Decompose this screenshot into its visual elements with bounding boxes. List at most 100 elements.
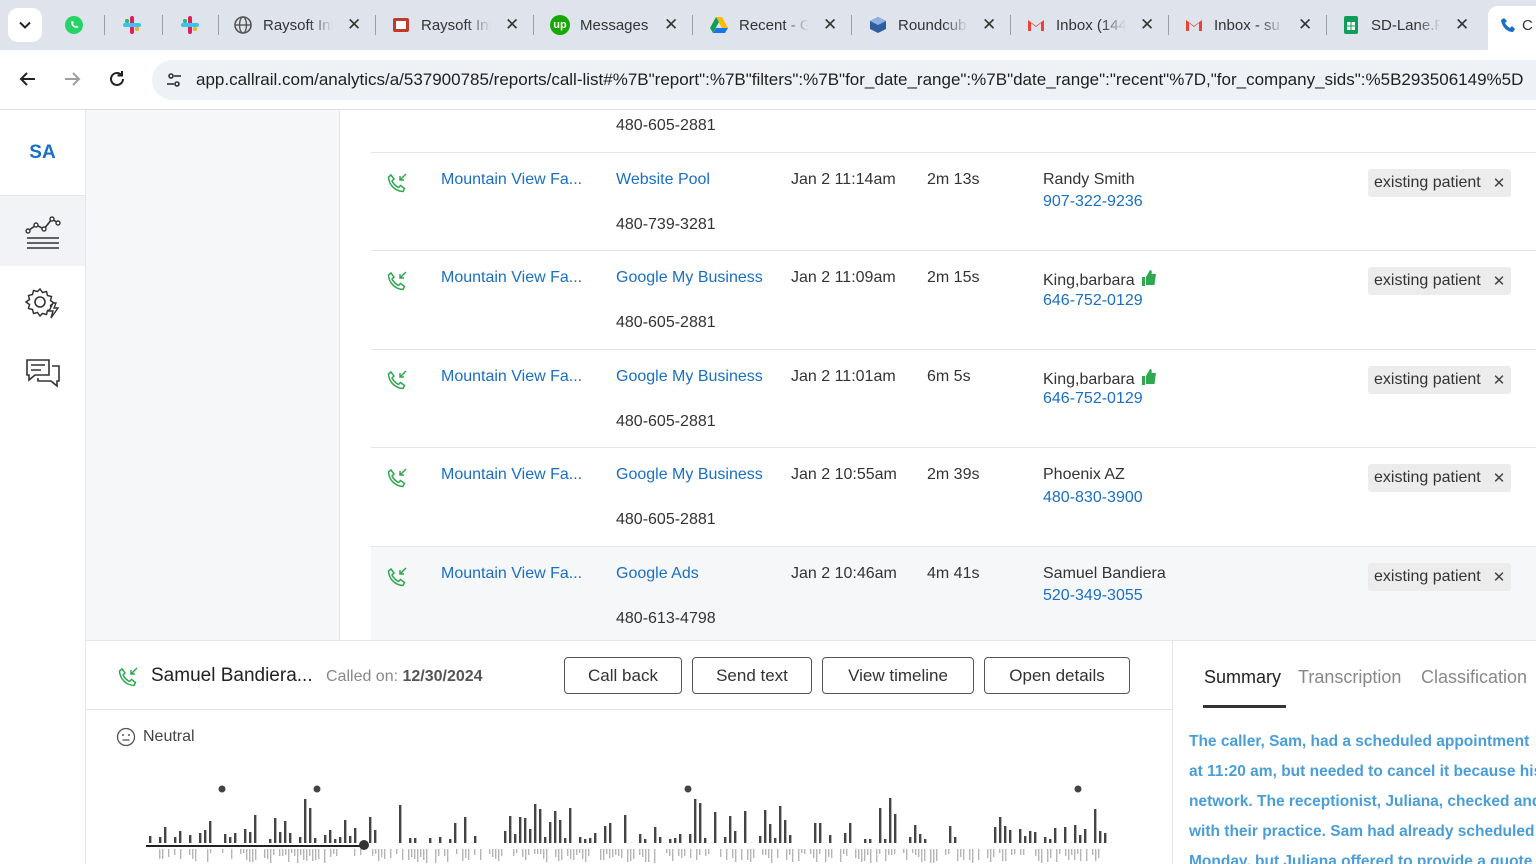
waveform-bar bbox=[435, 849, 437, 863]
waveform-bar bbox=[867, 849, 869, 855]
waveform-bar bbox=[588, 849, 590, 856]
tracking-number: 480-605-2881 bbox=[616, 413, 716, 430]
table-row[interactable]: Mountain View Fa... Google My Business 4… bbox=[371, 251, 1536, 350]
sidebar-item-settings[interactable] bbox=[0, 268, 85, 338]
browser-tab[interactable]: Inbox (144 ✕ bbox=[1026, 8, 1154, 42]
browser-tab[interactable]: up Messages ✕ bbox=[550, 8, 678, 42]
waveform-marker bbox=[218, 785, 226, 793]
sidebar-item-analytics[interactable] bbox=[0, 196, 85, 266]
table-row[interactable]: Mountain View Fa... Google My Business 4… bbox=[371, 448, 1536, 547]
browser-tab[interactable]: Raysoft Inf ✕ bbox=[391, 8, 519, 42]
browser-tab[interactable] bbox=[122, 8, 142, 42]
remove-tag-icon[interactable]: ✕ bbox=[1493, 174, 1506, 192]
waveform-bar bbox=[648, 849, 650, 862]
close-icon[interactable]: ✕ bbox=[1298, 15, 1312, 35]
browser-tab-active[interactable]: C bbox=[1488, 6, 1536, 50]
waveform-bar bbox=[273, 849, 275, 855]
browser-tab[interactable]: SD-Lane.R ✕ bbox=[1341, 8, 1469, 42]
remove-tag-icon[interactable]: ✕ bbox=[1493, 371, 1506, 389]
caller-phone-link[interactable]: 480-830-3900 bbox=[1043, 489, 1143, 507]
browser-tab[interactable] bbox=[180, 8, 200, 42]
call-detail-panel: Samuel Bandiera... Called on: 12/30/2024… bbox=[86, 640, 1536, 864]
site-info-icon[interactable] bbox=[162, 68, 186, 92]
waveform-bar bbox=[529, 829, 532, 843]
arrow-left-icon bbox=[19, 72, 35, 86]
tracking-number: 480-605-2881 bbox=[616, 314, 716, 331]
account-avatar[interactable]: SA bbox=[0, 110, 85, 196]
browser-tab[interactable]: Inbox - su ✕ bbox=[1184, 8, 1312, 42]
tab-search-button[interactable] bbox=[8, 8, 42, 42]
close-icon[interactable]: ✕ bbox=[982, 15, 996, 35]
url-text[interactable]: app.callrail.com/analytics/a/537900785/r… bbox=[196, 70, 1523, 90]
table-row[interactable]: 480-605-2881 bbox=[371, 110, 1536, 153]
close-icon[interactable]: ✕ bbox=[347, 15, 361, 35]
waveform-bar bbox=[192, 849, 194, 859]
waveform-bar bbox=[1098, 849, 1100, 858]
close-icon[interactable]: ✕ bbox=[1455, 15, 1469, 35]
close-icon[interactable]: ✕ bbox=[505, 15, 519, 35]
caller-phone-link[interactable]: 520-349-3055 bbox=[1043, 587, 1143, 605]
source-link[interactable]: Google Ads bbox=[616, 565, 699, 583]
tab-classification[interactable]: Classification bbox=[1421, 667, 1527, 688]
call-back-button[interactable]: Call back bbox=[564, 657, 682, 694]
close-icon[interactable]: ✕ bbox=[1140, 15, 1154, 35]
call-duration: 6m 5s bbox=[927, 368, 971, 385]
tab-transcription[interactable]: Transcription bbox=[1298, 667, 1401, 688]
browser-tab[interactable]: Recent - G ✕ bbox=[709, 8, 837, 42]
waveform-bar bbox=[978, 849, 980, 860]
table-row[interactable]: Mountain View Fa... Google My Business 4… bbox=[371, 350, 1536, 448]
send-text-button[interactable]: Send text bbox=[692, 657, 812, 694]
waveform-bar bbox=[678, 849, 680, 856]
waveform-marker bbox=[313, 785, 321, 793]
browser-tab[interactable]: Raysoft Inf ✕ bbox=[233, 8, 361, 42]
waveform-bar bbox=[855, 849, 857, 858]
waveform-bar bbox=[270, 849, 272, 863]
source-link[interactable]: Google My Business bbox=[616, 466, 763, 484]
table-row-selected[interactable]: Mountain View Fa... Google Ads 480-613-4… bbox=[371, 547, 1536, 640]
company-link[interactable]: Mountain View Fa... bbox=[441, 565, 582, 583]
browser-tab[interactable]: Roundcub ✕ bbox=[868, 8, 996, 42]
caller-phone-link[interactable]: 907-322-9236 bbox=[1043, 193, 1143, 211]
table-row[interactable]: Mountain View Fa... Website Pool 480-739… bbox=[371, 153, 1536, 251]
waveform-bar bbox=[669, 839, 672, 843]
company-link[interactable]: Mountain View Fa... bbox=[441, 368, 582, 386]
waveform-bar bbox=[314, 838, 317, 843]
remove-tag-icon[interactable]: ✕ bbox=[1493, 469, 1506, 487]
tab-summary[interactable]: Summary bbox=[1204, 667, 1281, 688]
waveform-bar bbox=[462, 849, 464, 861]
company-link[interactable]: Mountain View Fa... bbox=[441, 466, 582, 484]
sidebar-item-conversations[interactable] bbox=[0, 338, 85, 408]
close-icon[interactable]: ✕ bbox=[664, 15, 678, 35]
caller-name: King,barbara bbox=[1043, 368, 1157, 389]
view-timeline-button[interactable]: View timeline bbox=[822, 657, 974, 694]
waveform-bar bbox=[1065, 849, 1067, 856]
waveform-bar bbox=[894, 849, 896, 854]
remove-tag-icon[interactable]: ✕ bbox=[1493, 272, 1506, 290]
waveform-bar bbox=[1029, 831, 1032, 843]
source-link[interactable]: Google My Business bbox=[616, 368, 763, 386]
caller-phone-link[interactable]: 646-752-0129 bbox=[1043, 292, 1143, 310]
waveform-bar bbox=[681, 849, 683, 858]
back-button[interactable] bbox=[13, 64, 43, 94]
open-details-button[interactable]: Open details bbox=[984, 657, 1130, 694]
call-date: Jan 2 11:09am bbox=[791, 269, 896, 286]
waveform-bar bbox=[1077, 849, 1079, 854]
source-link[interactable]: Website Pool bbox=[616, 171, 710, 189]
waveform-bar bbox=[330, 849, 332, 857]
waveform-bar bbox=[921, 849, 923, 862]
address-bar[interactable]: app.callrail.com/analytics/a/537900785/r… bbox=[152, 60, 1536, 100]
audio-waveform[interactable] bbox=[141, 779, 1121, 864]
reload-button[interactable] bbox=[102, 64, 132, 94]
filter-panel bbox=[86, 110, 340, 640]
forward-button[interactable] bbox=[57, 64, 87, 94]
source-link[interactable]: Google My Business bbox=[616, 269, 763, 287]
remove-tag-icon[interactable]: ✕ bbox=[1493, 568, 1506, 586]
waveform-bar bbox=[199, 833, 202, 843]
company-link[interactable]: Mountain View Fa... bbox=[441, 269, 582, 287]
caller-phone-link[interactable]: 646-752-0129 bbox=[1043, 390, 1143, 408]
browser-tab[interactable] bbox=[64, 8, 84, 42]
waveform-bar bbox=[297, 849, 299, 863]
close-icon[interactable]: ✕ bbox=[823, 15, 837, 35]
waveform-bar bbox=[624, 815, 627, 843]
company-link[interactable]: Mountain View Fa... bbox=[441, 171, 582, 189]
